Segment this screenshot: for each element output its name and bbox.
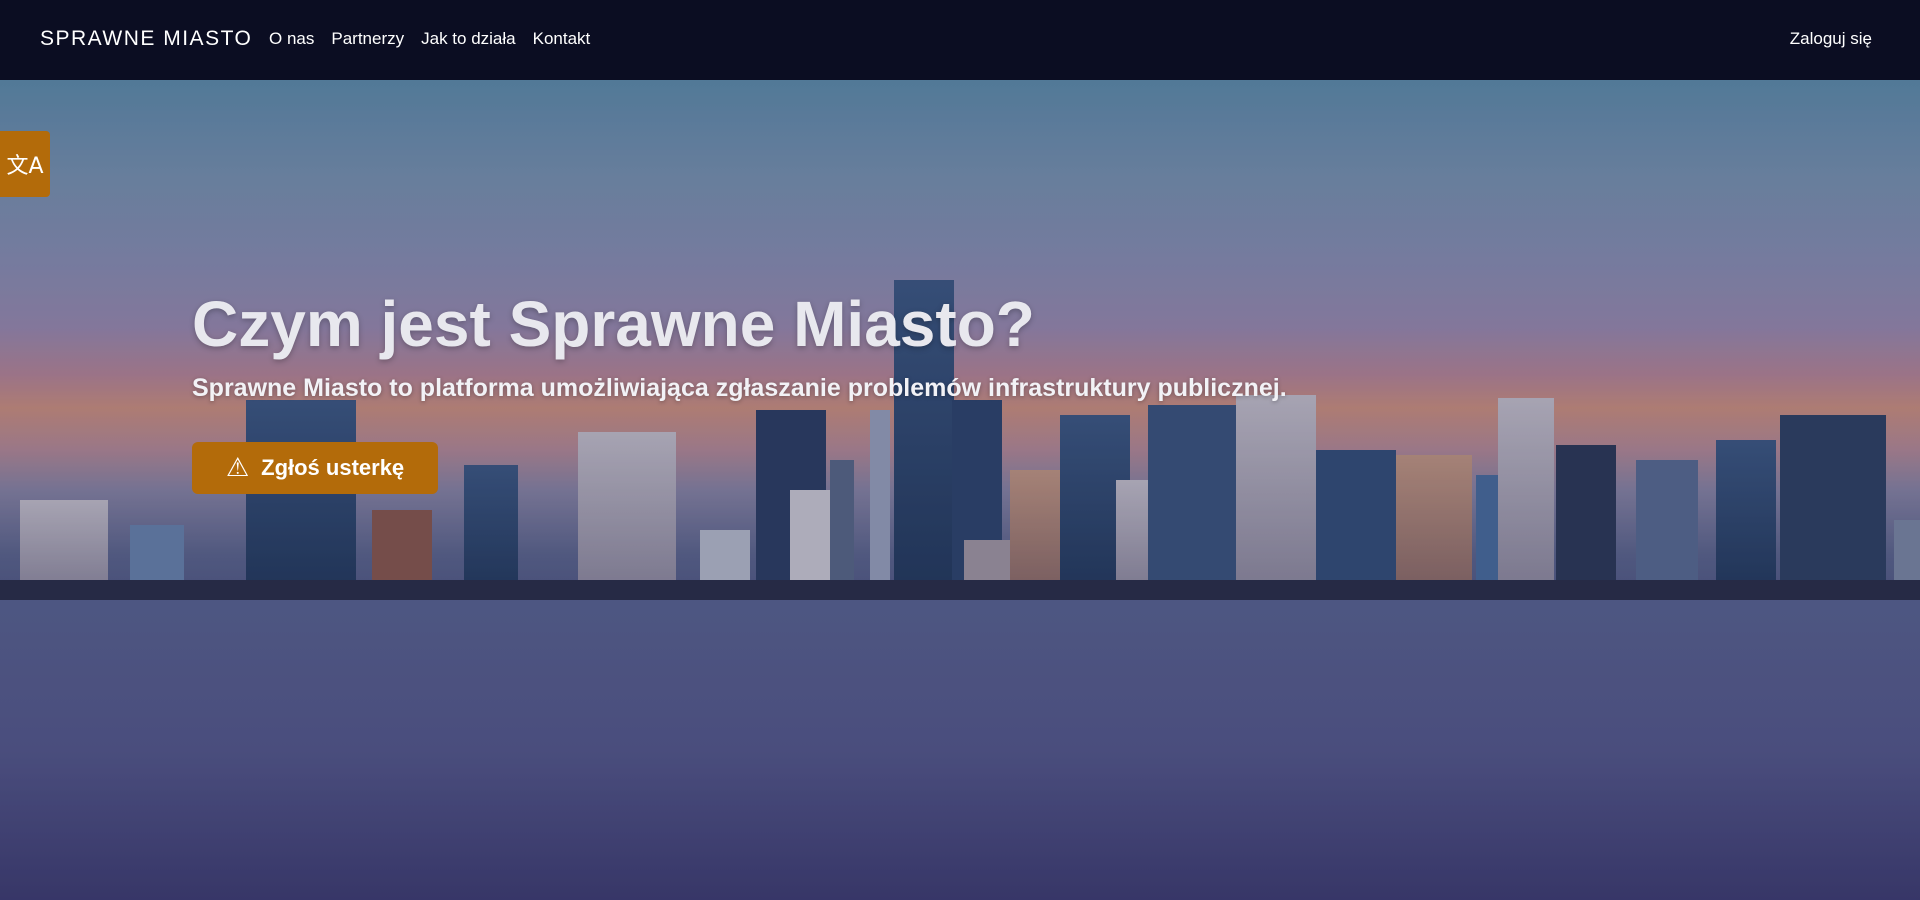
hero-title: Czym jest Sprawne Miasto? [192,288,1035,360]
nav-link-o-nas[interactable]: O nas [269,28,314,50]
nav-link-jak-to-dziala[interactable]: Jak to działa [421,28,516,50]
login-link[interactable]: Zaloguj się [1790,28,1872,50]
nav-link-kontakt[interactable]: Kontakt [533,28,591,50]
top-navbar: SPRAWNE MIASTO O nas Partnerzy Jak to dz… [0,0,1920,80]
hero-subtitle: Sprawne Miasto to platforma umożliwiając… [192,374,1287,402]
hero-content: Czym jest Sprawne Miasto? Sprawne Miasto… [192,286,1287,494]
nav-link-partnerzy[interactable]: Partnerzy [331,28,404,50]
language-toggle-button[interactable]: 文A [0,131,50,197]
nav-links: O nas Partnerzy Jak to działa Kontakt [269,28,590,50]
report-issue-button[interactable]: ⚠ Zgłoś usterkę [192,442,438,494]
report-issue-label: Zgłoś usterkę [261,455,405,480]
translate-icon: 文A [6,154,44,179]
brand-logo[interactable]: SPRAWNE MIASTO [40,26,252,52]
warning-icon: ⚠ [225,453,250,483]
